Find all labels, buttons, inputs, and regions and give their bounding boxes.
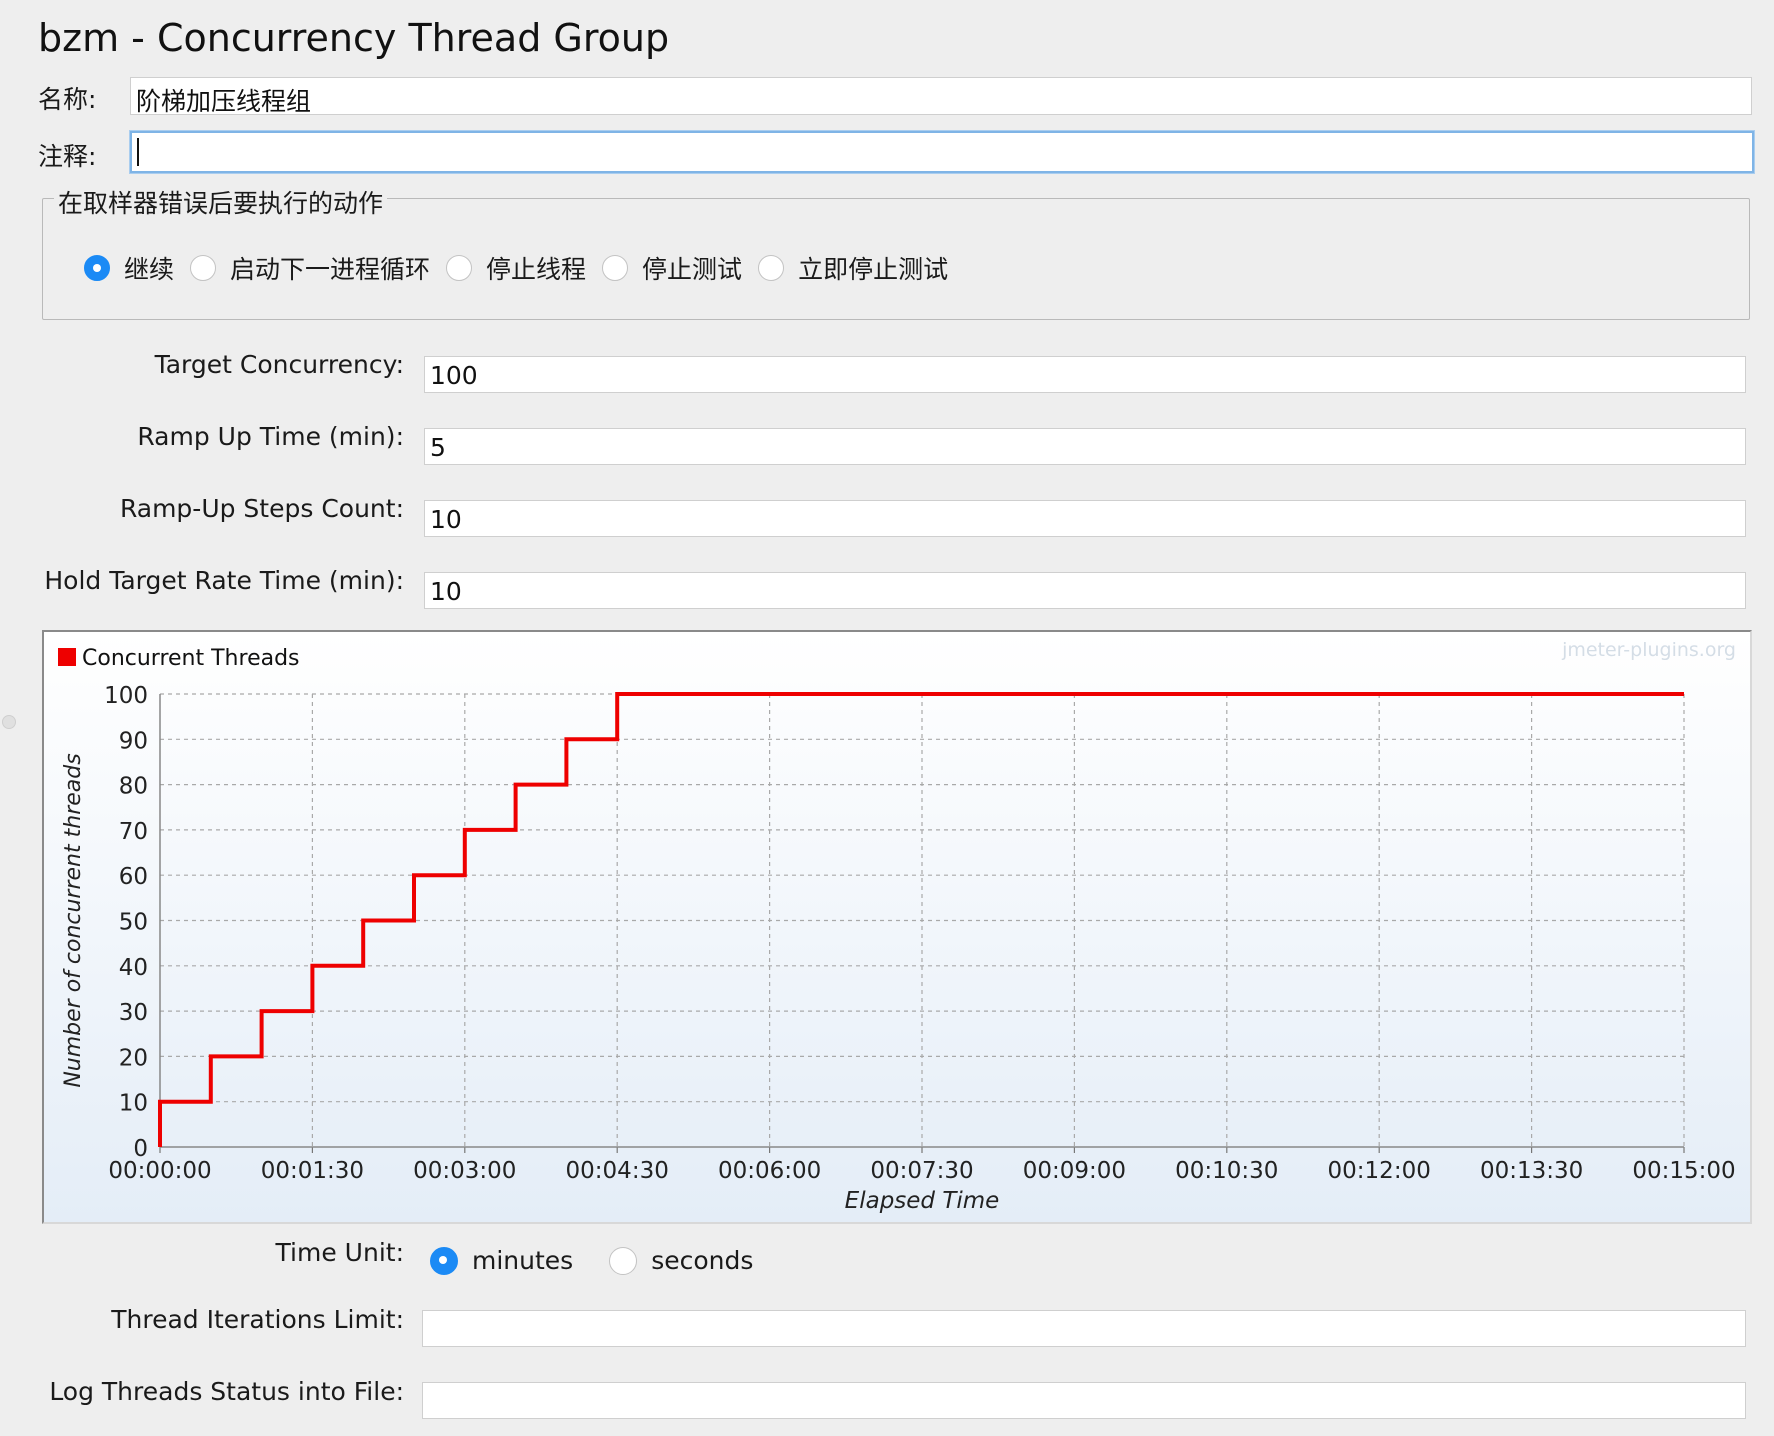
thread-schedule-chart: 0 10 20 30 40 50 60 70 80 90 100 00:00:00 00:01:30 00… xyxy=(42,630,1752,1224)
radio-selected-icon xyxy=(430,1246,458,1275)
y-tick-label: 10 xyxy=(119,1091,148,1117)
x-tick-label: 00:00:00 xyxy=(108,1158,211,1184)
radio-label: 继续 xyxy=(124,255,175,284)
comment-input[interactable] xyxy=(130,131,1754,173)
x-tick-label: 00:04:30 xyxy=(566,1158,669,1184)
log-file-label: Log Threads Status into File: xyxy=(49,1377,404,1406)
y-tick-label: 60 xyxy=(119,864,148,890)
x-tick-label: 00:15:00 xyxy=(1632,1158,1735,1184)
x-axis-title: Elapsed Time xyxy=(845,1188,1000,1214)
radio-label: minutes xyxy=(472,1246,574,1275)
y-tick-label: 90 xyxy=(119,728,148,754)
radio-unselected-icon xyxy=(190,255,217,281)
ramp-up-time-label: Ramp Up Time (min): xyxy=(137,422,404,451)
name-label: 名称: xyxy=(38,85,97,114)
x-tick-label: 00:10:30 xyxy=(1175,1158,1278,1184)
radio-label: 立即停止测试 xyxy=(798,255,949,284)
y-tick-label: 20 xyxy=(119,1045,148,1071)
hold-time-label: Hold Target Rate Time (min): xyxy=(44,566,404,595)
radio-stop-thread[interactable]: 停止线程 xyxy=(446,250,586,286)
radio-start-next-loop[interactable]: 启动下一进程循环 xyxy=(190,250,430,286)
time-unit-options: minutes seconds xyxy=(430,1246,769,1275)
radio-continue[interactable]: 继续 xyxy=(84,250,174,286)
radio-label: 停止测试 xyxy=(642,255,743,284)
iterations-label: Thread Iterations Limit: xyxy=(111,1305,404,1334)
log-file-input[interactable] xyxy=(422,1382,1746,1419)
radio-unselected-icon xyxy=(602,255,629,281)
x-tick-label: 00:12:00 xyxy=(1328,1158,1431,1184)
x-tick-label: 00:06:00 xyxy=(718,1158,821,1184)
y-tick-label: 70 xyxy=(119,819,148,845)
target-concurrency-value: 100 xyxy=(430,361,478,390)
radio-label: 停止线程 xyxy=(486,255,587,284)
x-tick-label: 00:07:30 xyxy=(870,1158,973,1184)
radio-selected-icon xyxy=(84,255,110,281)
ramp-up-steps-value: 10 xyxy=(430,505,462,534)
y-tick-label: 80 xyxy=(119,774,148,800)
hold-time-input[interactable]: 10 xyxy=(424,572,1746,609)
sampler-error-legend: 在取样器错误后要执行的动作 xyxy=(54,184,388,220)
ramp-up-steps-label: Ramp-Up Steps Count: xyxy=(119,494,404,523)
y-axis-title: Number of concurrent threads xyxy=(61,753,86,1087)
ramp-up-time-value: 5 xyxy=(430,433,446,462)
name-input[interactable]: 阶梯加压线程组 xyxy=(130,77,1752,116)
radio-minutes[interactable]: minutes xyxy=(430,1246,573,1275)
y-tick-label: 50 xyxy=(119,910,148,936)
x-tick-label: 00:13:30 xyxy=(1480,1158,1583,1184)
radio-stop-test[interactable]: 停止测试 xyxy=(602,250,742,286)
sampler-error-options: 继续 启动下一进程循环 停止线程 停止测试 立即停止测试 xyxy=(84,250,964,286)
radio-label: seconds xyxy=(651,1246,754,1275)
target-concurrency-label: Target Concurrency: xyxy=(154,350,404,379)
radio-label: 启动下一进程循环 xyxy=(230,255,431,284)
radio-unselected-icon xyxy=(446,255,473,281)
y-tick-label: 100 xyxy=(104,683,148,709)
legend-swatch xyxy=(58,648,76,666)
radio-seconds[interactable]: seconds xyxy=(609,1246,753,1275)
y-tick-label: 30 xyxy=(119,1000,148,1026)
x-tick-label: 00:03:00 xyxy=(413,1158,516,1184)
y-tick-label: 40 xyxy=(119,955,148,981)
radio-stop-test-now[interactable]: 立即停止测试 xyxy=(758,250,948,286)
watermark: jmeter-plugins.org xyxy=(1561,639,1736,661)
text-caret xyxy=(137,138,139,166)
ramp-up-time-input[interactable]: 5 xyxy=(424,428,1746,465)
iterations-input[interactable] xyxy=(422,1310,1746,1347)
ramp-up-steps-input[interactable]: 10 xyxy=(424,500,1746,537)
target-concurrency-input[interactable]: 100 xyxy=(424,356,1746,393)
comment-label: 注释: xyxy=(38,142,97,171)
radio-unselected-icon xyxy=(758,255,785,281)
legend-label: Concurrent Threads xyxy=(82,646,300,671)
x-tick-label: 00:09:00 xyxy=(1023,1158,1126,1184)
name-value: 阶梯加压线程组 xyxy=(136,87,312,116)
hold-time-value: 10 xyxy=(430,577,462,606)
time-unit-label: Time Unit: xyxy=(275,1238,404,1267)
page-title: bzm - Concurrency Thread Group xyxy=(38,16,670,60)
x-tick-label: 00:01:30 xyxy=(261,1158,364,1184)
radio-unselected-icon xyxy=(609,1246,638,1275)
chart-canvas: 010203040506070809010000:00:00 00:01:30 00… xyxy=(58,639,1736,1214)
splitter-handle[interactable] xyxy=(2,715,16,729)
